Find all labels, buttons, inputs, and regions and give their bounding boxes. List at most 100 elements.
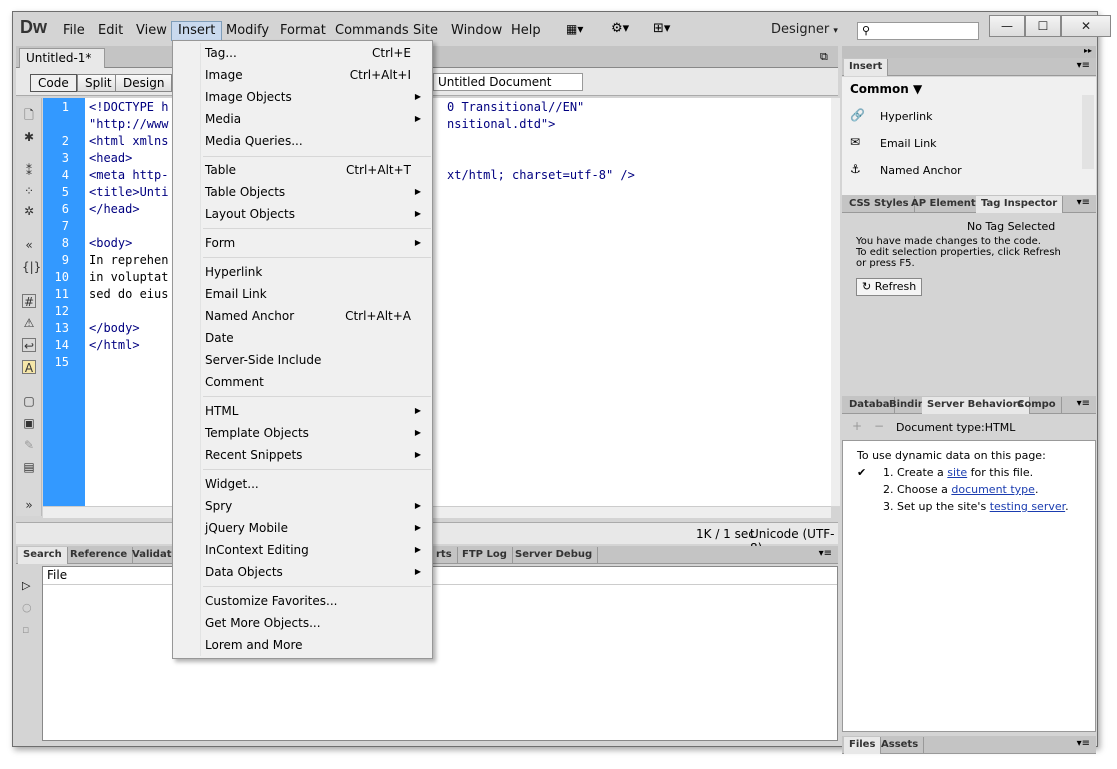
panel-options-icon[interactable]: ▾≡ — [1077, 738, 1090, 749]
panel-options-icon[interactable]: ▾≡ — [1077, 398, 1090, 409]
syntax-coloring-icon[interactable]: A — [22, 360, 36, 375]
collapse-tag-icon[interactable]: ✱ — [22, 130, 36, 144]
menu-item-table[interactable]: Table Ctrl+Alt+T — [205, 159, 431, 181]
panel-options-icon[interactable]: ▾≡ — [1077, 60, 1090, 71]
design-view-button[interactable]: Design — [115, 74, 173, 92]
menu-item-image-objects[interactable]: Image Objects ▶ — [205, 86, 431, 108]
menu-window[interactable]: Window — [445, 22, 508, 42]
menu-file[interactable]: File — [57, 22, 91, 42]
menu-separator — [203, 228, 431, 229]
code-view-button[interactable]: Code — [30, 74, 77, 92]
insert-item-email[interactable]: ✉ Email Link — [850, 135, 1070, 155]
menu-item-comment[interactable]: Comment — [205, 371, 431, 393]
menu-item-table-objects[interactable]: Table Objects ▶ — [205, 181, 431, 203]
highlight-invalid-icon[interactable]: ⚠ — [22, 316, 36, 330]
tag-heading: No Tag Selected — [967, 220, 1056, 233]
document-type-link[interactable]: document type — [951, 483, 1035, 496]
minimize-button[interactable]: — — [989, 15, 1025, 37]
menu-item-html[interactable]: HTML ▶ — [205, 400, 431, 422]
menu-edit[interactable]: Edit — [92, 22, 129, 42]
menu-item-spry[interactable]: Spry ▶ — [205, 495, 431, 517]
site-link[interactable]: site — [947, 466, 967, 479]
menu-item-jquery-mobile[interactable]: jQuery Mobile ▶ — [205, 517, 431, 539]
code-vertical-scrollbar[interactable] — [831, 98, 840, 506]
menu-help[interactable]: Help — [505, 22, 547, 42]
site-icon[interactable]: ⊞▾ — [653, 21, 670, 36]
collapse-full-tag-icon[interactable]: ⁑ — [22, 164, 36, 178]
open-documents-icon[interactable]: 🗋 — [22, 108, 36, 122]
column-header-file[interactable]: File — [43, 567, 837, 585]
tab-server-debug[interactable]: Server Debug — [510, 547, 599, 564]
line-numbers-icon[interactable]: # — [22, 294, 36, 309]
maximize-button[interactable]: ☐ — [1025, 15, 1061, 37]
remove-comment-icon[interactable]: ▣ — [22, 416, 36, 430]
select-parent-tag-icon[interactable]: « — [22, 238, 36, 252]
menu-item-lorem-and-more[interactable]: Lorem and More — [205, 634, 431, 656]
refresh-button[interactable]: ↻ Refresh — [856, 278, 923, 296]
testing-server-link[interactable]: testing server — [990, 500, 1065, 513]
tab-tag-inspector[interactable]: Tag Inspector — [976, 196, 1064, 213]
results-grid[interactable]: File — [42, 566, 838, 741]
menu-item-label: Image — [205, 68, 243, 82]
menu-item-incontext-editing[interactable]: InContext Editing ▶ — [205, 539, 431, 561]
menu-item-media-queries[interactable]: Media Queries... — [205, 130, 431, 152]
insert-category-select[interactable]: Common ▼ — [850, 82, 922, 96]
gear-icon[interactable]: ⚙▾ — [611, 21, 629, 36]
menu-item-tag[interactable]: Tag... Ctrl+E — [205, 42, 431, 64]
apply-comment-icon[interactable]: ▢ — [22, 394, 36, 408]
menu-view[interactable]: View — [130, 22, 173, 42]
expand-all-icon[interactable]: ✲ — [22, 204, 36, 218]
tab-reference[interactable]: Reference — [65, 547, 134, 564]
tab-insert[interactable]: Insert — [844, 59, 889, 76]
menu-commands[interactable]: Commands — [329, 22, 415, 42]
menu-item-form[interactable]: Form ▶ — [205, 232, 431, 254]
menu-item-email-link[interactable]: Email Link — [205, 283, 431, 305]
code-line: <html xmlns — [89, 134, 169, 148]
workspace-switcher[interactable]: Designer ▾ — [771, 22, 838, 37]
menu-site[interactable]: Site — [407, 22, 444, 42]
menu-item-named-anchor[interactable]: Named Anchor Ctrl+Alt+A — [205, 305, 431, 327]
menu-item-server-side-include[interactable]: Server-Side Include — [205, 349, 431, 371]
code-horizontal-scrollbar[interactable] — [43, 506, 831, 518]
menu-modify[interactable]: Modify — [220, 22, 275, 42]
menu-item-label: Widget... — [205, 477, 259, 491]
menu-item-date[interactable]: Date — [205, 327, 431, 349]
menu-insert[interactable]: Insert — [171, 21, 223, 41]
tab-assets[interactable]: Assets — [876, 737, 925, 754]
document-tab[interactable]: Untitled-1* ✕ — [19, 48, 105, 83]
dock-collapse-icon[interactable]: ▸▸ — [842, 46, 1096, 58]
document-title-field[interactable]: Untitled Document — [433, 73, 583, 91]
menu-item-customize-favorites[interactable]: Customize Favorites... — [205, 590, 431, 612]
recent-snippets-icon[interactable]: ▤ — [22, 460, 36, 474]
menu-item-data-objects[interactable]: Data Objects ▶ — [205, 561, 431, 583]
menu-item-media[interactable]: Media ▶ — [205, 108, 431, 130]
tab-ftp-log[interactable]: FTP Log — [457, 547, 513, 564]
close-button[interactable]: ✕ — [1061, 15, 1111, 37]
tab-reports[interactable]: rts — [431, 547, 458, 564]
menu-item-get-more-objects[interactable]: Get More Objects... — [205, 612, 431, 634]
menu-format[interactable]: Format — [274, 22, 332, 42]
menu-item-image[interactable]: Image Ctrl+Alt+I — [205, 64, 431, 86]
menu-item-layout-objects[interactable]: Layout Objects ▶ — [205, 203, 431, 225]
split-view-button[interactable]: Split — [77, 74, 120, 92]
collapse-selection-icon[interactable]: ⁘ — [22, 184, 36, 198]
balance-braces-icon[interactable]: {|} — [22, 260, 41, 274]
insert-item-anchor[interactable]: ⚓ Named Anchor — [850, 162, 1070, 182]
layout-icon[interactable]: ▦▾ — [566, 22, 583, 36]
panel-options-icon[interactable]: ▾≡ — [819, 548, 832, 559]
menu-item-hyperlink[interactable]: Hyperlink — [205, 261, 431, 283]
menu-item-template-objects[interactable]: Template Objects ▶ — [205, 422, 431, 444]
tab-css-styles[interactable]: CSS Styles — [844, 196, 915, 213]
menu-item-widget[interactable]: Widget... — [205, 473, 431, 495]
insert-scrollbar[interactable] — [1082, 95, 1094, 169]
word-wrap-icon[interactable]: ↩ — [22, 338, 36, 353]
panel-options-icon[interactable]: ▾≡ — [1077, 197, 1090, 208]
menu-item-recent-snippets[interactable]: Recent Snippets ▶ — [205, 444, 431, 466]
help-search-input[interactable]: ⚲ — [857, 22, 979, 40]
restore-icon[interactable]: ⧉ — [820, 50, 828, 64]
insert-item-hyperlink[interactable]: 🔗 Hyperlink — [850, 108, 1070, 128]
more-icon[interactable]: » — [22, 498, 36, 512]
play-icon[interactable]: ▷ — [22, 579, 30, 592]
tab-search[interactable]: Search — [18, 547, 68, 564]
tab-components[interactable]: Compo — [1012, 397, 1062, 414]
